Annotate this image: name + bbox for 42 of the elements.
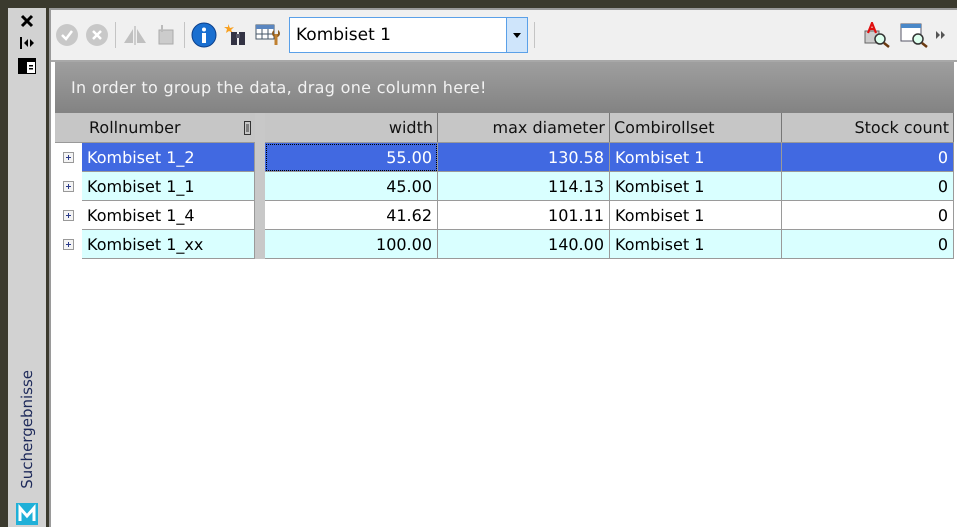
table-cell[interactable]: 0: [782, 172, 954, 201]
table-cell[interactable]: 0: [782, 143, 954, 172]
table-cell[interactable]: Kombiset 1_4: [82, 201, 255, 230]
panel-title: Suchergebnisse: [18, 370, 36, 489]
table-cell[interactable]: 0: [782, 230, 954, 259]
table-cell[interactable]: 140.00: [438, 230, 610, 259]
table-cell[interactable]: Kombiset 1_1: [82, 172, 255, 201]
table-cell[interactable]: Kombiset 1_xx: [82, 230, 255, 259]
table-cell[interactable]: 45.00: [265, 172, 438, 201]
info-icon[interactable]: [191, 22, 217, 48]
column-header[interactable]: width: [265, 113, 438, 142]
table-cell[interactable]: Kombiset 1: [610, 230, 782, 259]
table-cell[interactable]: Kombiset 1: [610, 201, 782, 230]
table-cell[interactable]: Kombiset 1: [610, 172, 782, 201]
expand-icon[interactable]: [63, 152, 74, 163]
table-cell[interactable]: Kombiset 1: [610, 143, 782, 172]
table-cell[interactable]: 55.00: [265, 143, 438, 172]
expand-icon[interactable]: [63, 210, 74, 221]
panel-icon[interactable]: [18, 58, 36, 74]
table-cell[interactable]: 100.00: [265, 230, 438, 259]
window-search-icon[interactable]: [899, 22, 929, 48]
overflow-chevron-icon[interactable]: [935, 30, 947, 40]
expand-icon[interactable]: [63, 181, 74, 192]
table-cell[interactable]: Kombiset 1_2: [82, 143, 255, 172]
group-hint: In order to group the data, drag one column here!: [71, 78, 487, 97]
table-cell[interactable]: 130.58: [438, 143, 610, 172]
table-wrench-icon[interactable]: [255, 22, 283, 48]
check-icon[interactable]: [55, 23, 79, 47]
kombiset-combo[interactable]: Kombiset 1: [289, 17, 528, 53]
collapse-icon[interactable]: [19, 36, 35, 50]
dropdown-caret-icon: [513, 32, 521, 38]
column-chooser-icon[interactable]: [244, 120, 251, 134]
app-logo-icon: [16, 503, 38, 525]
table-cell[interactable]: 114.13: [438, 172, 610, 201]
table-cell[interactable]: 0: [782, 201, 954, 230]
column-header[interactable]: Combirollset: [610, 113, 782, 142]
expand-icon[interactable]: [63, 239, 74, 250]
column-header[interactable]: max diameter: [438, 113, 610, 142]
table-cell[interactable]: 101.11: [438, 201, 610, 230]
close-icon[interactable]: [20, 14, 34, 28]
table-cell[interactable]: 41.62: [265, 201, 438, 230]
column-header[interactable]: Stock count: [782, 113, 954, 142]
